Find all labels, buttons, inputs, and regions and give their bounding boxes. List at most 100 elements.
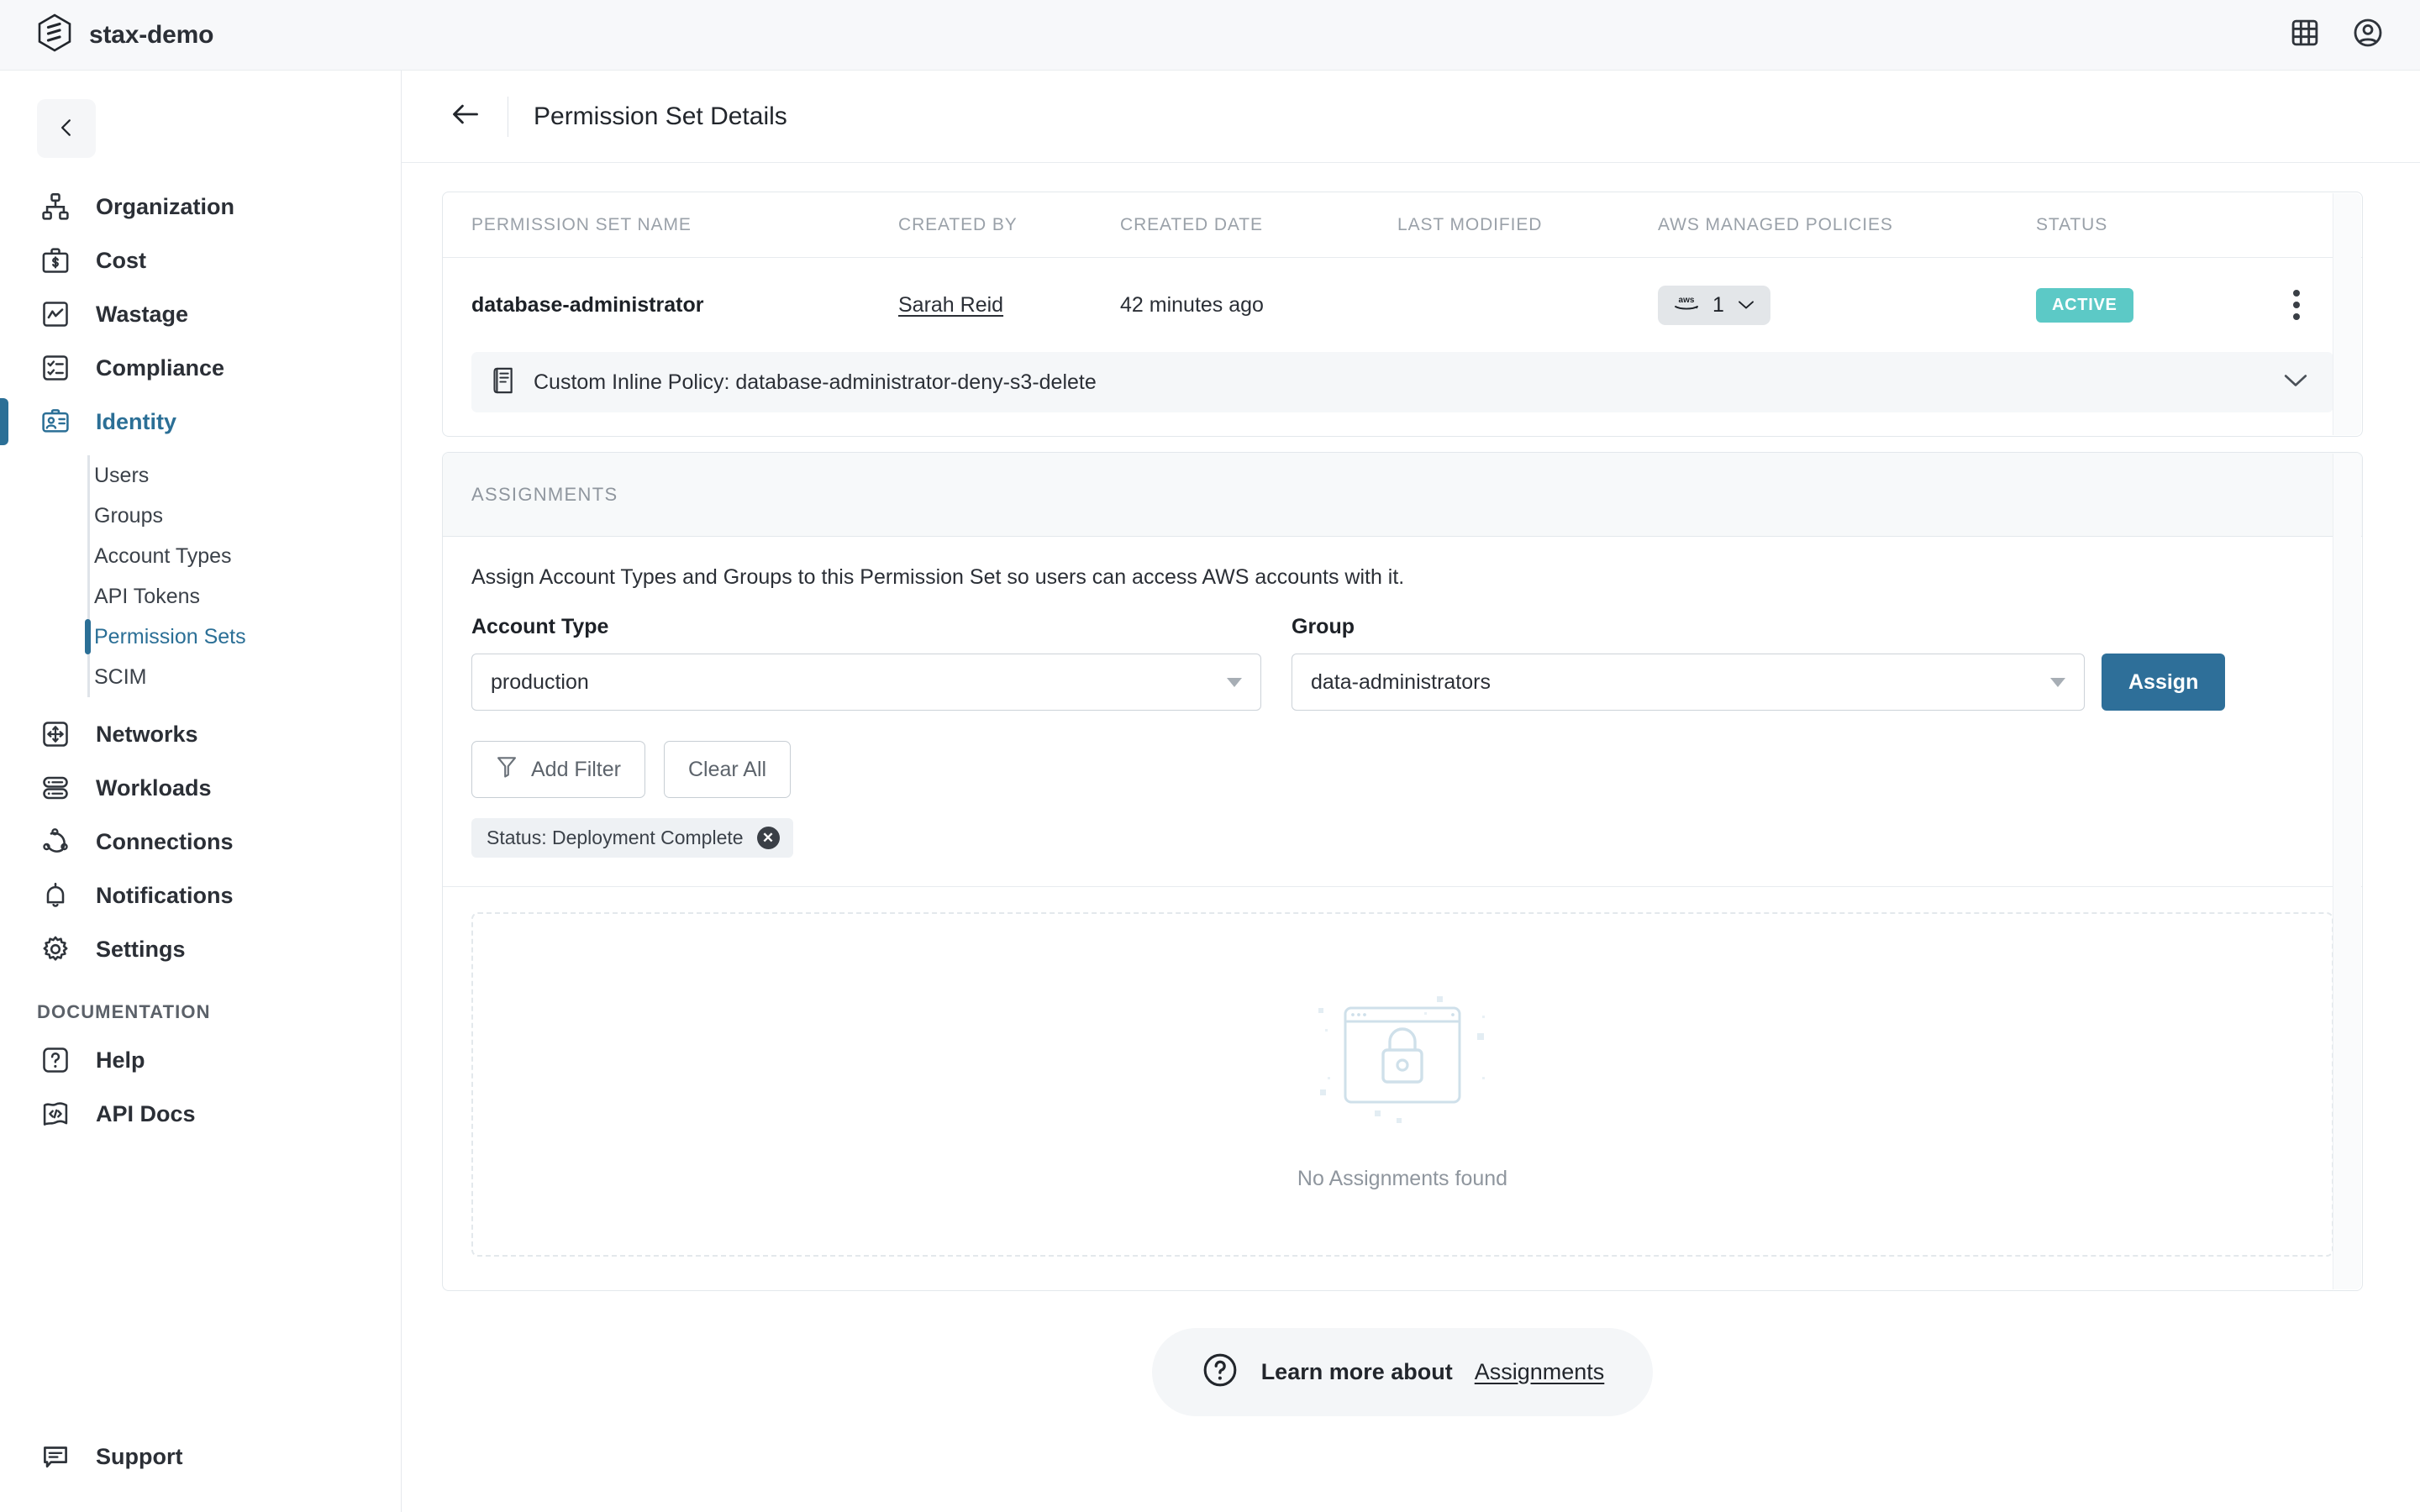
sidebar-item-support[interactable]: Support xyxy=(0,1430,401,1483)
aws-logo-icon: aws xyxy=(1672,293,1701,318)
permission-set-card: PERMISSION SET NAME CREATED BY CREATED D… xyxy=(442,192,2363,437)
page-header: Permission Set Details xyxy=(402,71,2420,163)
cell-created-by: Sarah Reid xyxy=(898,293,1120,318)
sidebar-item-users[interactable]: Users xyxy=(94,455,401,496)
caret-down-icon xyxy=(2050,677,2065,687)
account-type-value: production xyxy=(491,669,589,694)
sidebar-item-identity[interactable]: Identity xyxy=(0,395,401,449)
assignments-card: ASSIGNMENTS Assign Account Types and Gro… xyxy=(442,452,2363,1291)
aws-policies-badge[interactable]: aws 1 xyxy=(1658,285,1770,325)
chevron-down-icon[interactable] xyxy=(2281,371,2310,394)
bell-icon xyxy=(37,877,74,914)
sidebar-item-label: Identity xyxy=(96,408,177,434)
account-type-field: Account Type production xyxy=(471,615,1261,711)
body-row: Organization Cost Wastage Compliance Ide… xyxy=(0,71,2420,1512)
empty-state-text: No Assignments found xyxy=(1297,1167,1508,1190)
funnel-filter-icon xyxy=(496,755,518,785)
subnav-item-label: Groups xyxy=(94,503,163,528)
sidebar-item-wastage[interactable]: Wastage xyxy=(0,287,401,341)
aws-policies-count: 1 xyxy=(1712,292,1724,317)
sidebar-item-connections[interactable]: Connections xyxy=(0,815,401,869)
learn-more-pill[interactable]: Learn more about Assignments xyxy=(1151,1328,1654,1416)
assignments-body: Assign Account Types and Groups to this … xyxy=(443,537,2362,858)
sidebar-item-label: Wastage xyxy=(96,301,189,327)
sidebar-item-label: Support xyxy=(96,1443,183,1469)
group-field: Group data-administrators xyxy=(1292,615,2085,711)
column-header-aws-managed-policies: AWS MANAGED POLICIES xyxy=(1658,214,1893,234)
clear-all-label: Clear All xyxy=(687,757,767,781)
back-button[interactable] xyxy=(439,90,492,144)
active-filter-chips: Status: Deployment Complete ✕ xyxy=(471,818,2333,858)
learn-more-wrapper: Learn more about Assignments xyxy=(442,1291,2363,1416)
sidebar-item-help[interactable]: Help xyxy=(0,1033,401,1087)
assignments-empty-state: No Assignments found xyxy=(471,912,2333,1257)
locked-browser-window-icon xyxy=(1297,978,1507,1150)
sidebar-item-label: Organization xyxy=(96,193,235,219)
account-type-label: Account Type xyxy=(471,615,609,638)
sidebar-section-documentation: DOCUMENTATION xyxy=(37,1001,211,1022)
user-account-icon[interactable] xyxy=(2353,18,2383,52)
sidebar-item-label: Compliance xyxy=(96,354,225,381)
chevron-down-icon xyxy=(1736,293,1756,318)
clear-all-button[interactable]: Clear All xyxy=(663,741,792,798)
svg-text:aws: aws xyxy=(1679,296,1695,305)
created-by-link[interactable]: Sarah Reid xyxy=(898,293,1003,317)
sidebar-item-workloads[interactable]: Workloads xyxy=(0,761,401,815)
id-card-icon xyxy=(37,403,74,440)
column-header-created-date: CREATED DATE xyxy=(1120,214,1263,234)
top-bar: stax-demo xyxy=(0,0,2420,71)
main-content: Permission Set Details PERMISSION SET NA… xyxy=(402,71,2420,1512)
code-doc-icon xyxy=(37,1095,74,1132)
arrow-left-icon xyxy=(450,102,481,131)
assignment-form: Account Type production Group data-admin… xyxy=(471,615,2333,711)
sidebar-item-label: Notifications xyxy=(96,882,234,908)
inline-policy-row[interactable]: Custom Inline Policy: database-administr… xyxy=(471,352,2333,412)
column-header-status: STATUS xyxy=(2036,214,2108,234)
sidebar-item-cost[interactable]: Cost xyxy=(0,234,401,287)
horizontal-scroll-gutter[interactable] xyxy=(2333,193,2361,435)
brand[interactable]: stax-demo xyxy=(37,13,213,56)
learn-more-link[interactable]: Assignments xyxy=(1475,1359,1605,1385)
grid-apps-icon[interactable] xyxy=(2291,18,2319,51)
sidebar-item-networks[interactable]: Networks xyxy=(0,707,401,761)
cell-row-actions xyxy=(2288,285,2333,325)
assign-button[interactable]: Assign xyxy=(2102,654,2226,711)
cell-created-date: 42 minutes ago xyxy=(1120,292,1264,317)
caret-down-icon xyxy=(1227,677,1242,687)
sidebar-item-api-tokens[interactable]: API Tokens xyxy=(94,576,401,617)
inline-policy-label: Custom Inline Policy: database-administr… xyxy=(534,370,1097,394)
cell-aws-managed-policies: aws 1 xyxy=(1658,285,2036,325)
close-circle-icon[interactable]: ✕ xyxy=(756,827,780,849)
sidebar-collapse-button[interactable] xyxy=(37,99,96,158)
sidebar-item-permission-sets[interactable]: Permission Sets xyxy=(85,617,401,657)
app-root: stax-demo Organization Cost Wastage Comp… xyxy=(0,0,2420,1512)
gear-icon xyxy=(37,931,74,968)
sidebar-item-label: API Docs xyxy=(96,1100,196,1126)
cell-permission-set-name: database-administrator xyxy=(471,292,704,317)
assignments-section-title: ASSIGNMENTS xyxy=(471,483,618,505)
sidebar-item-label: Settings xyxy=(96,936,186,962)
sidebar-item-organization[interactable]: Organization xyxy=(0,180,401,234)
sidebar-item-scim[interactable]: SCIM xyxy=(94,657,401,697)
kebab-menu-icon[interactable] xyxy=(2288,285,2305,325)
learn-more-label: Learn more about xyxy=(1260,1359,1453,1384)
sidebar-item-groups[interactable]: Groups xyxy=(94,496,401,536)
sidebar-item-settings[interactable]: Settings xyxy=(0,922,401,976)
subnav-item-label: Account Types xyxy=(94,543,232,568)
sidebar-item-notifications[interactable]: Notifications xyxy=(0,869,401,922)
assignments-description: Assign Account Types and Groups to this … xyxy=(471,565,1405,589)
filter-chip-label: Status: Deployment Complete xyxy=(487,827,744,848)
status-badge: ACTIVE xyxy=(2036,287,2133,323)
connections-nodes-icon xyxy=(37,823,74,860)
page-title: Permission Set Details xyxy=(534,102,787,130)
subnav-item-label: Users xyxy=(94,463,150,487)
horizontal-scroll-gutter[interactable] xyxy=(2333,454,2361,1289)
group-select[interactable]: data-administrators xyxy=(1292,654,2085,711)
sidebar-item-account-types[interactable]: Account Types xyxy=(94,536,401,576)
account-type-select[interactable]: production xyxy=(471,654,1261,711)
briefcase-dollar-icon xyxy=(37,242,74,279)
sidebar-item-compliance[interactable]: Compliance xyxy=(0,341,401,395)
stax-hexagon-logo-icon xyxy=(37,13,72,56)
sidebar-item-api-docs[interactable]: API Docs xyxy=(0,1087,401,1141)
add-filter-button[interactable]: Add Filter xyxy=(471,741,645,798)
